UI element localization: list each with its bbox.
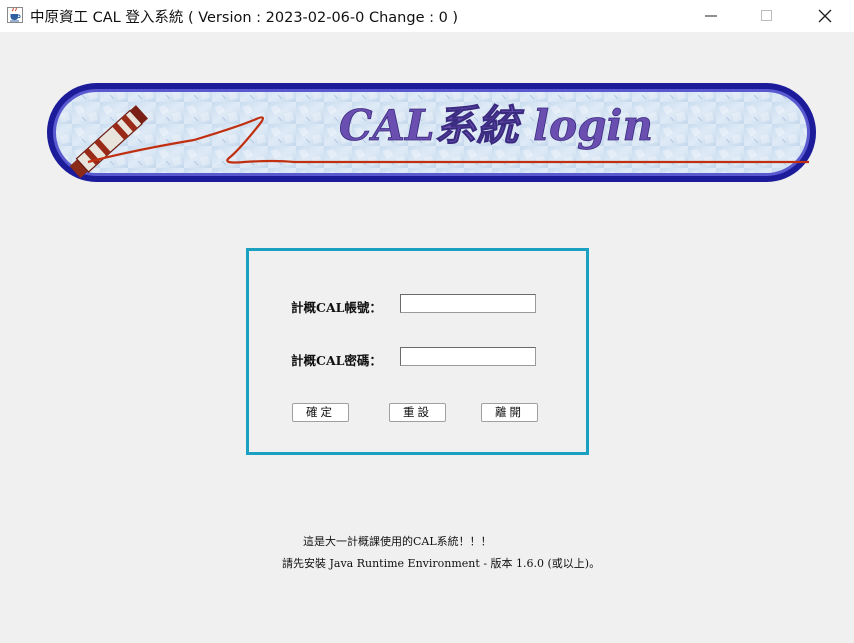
footer-java-note: 請先安裝 Java Runtime Environment - 版本 1.6.0…: [282, 557, 601, 570]
account-label: 計概CAL帳號：: [291, 300, 382, 315]
account-input[interactable]: [400, 294, 536, 313]
banner-title: CAL系統 login: [339, 101, 653, 150]
close-icon: [818, 9, 832, 23]
maximize-icon: [761, 10, 772, 21]
footer-message: 這是大一計概課使用的CAL系統！！！: [303, 535, 492, 548]
password-input[interactable]: [400, 347, 536, 366]
login-panel: 計概CAL帳號： 計概CAL密碼： 確定 重設 離開: [246, 248, 589, 455]
minimize-button[interactable]: [688, 0, 734, 32]
reset-button[interactable]: 重設: [389, 403, 446, 422]
app-window: 中原資工 CAL 登入系統 ( Version : 2023-02-06-0 C…: [0, 0, 854, 643]
java-cup-icon: [7, 7, 23, 23]
close-button[interactable]: [802, 0, 848, 32]
minimize-icon: [705, 15, 717, 17]
cal-login-banner: CAL系統 login: [47, 83, 816, 182]
maximize-button[interactable]: [744, 0, 790, 32]
leave-button[interactable]: 離開: [481, 403, 538, 422]
title-bar[interactable]: 中原資工 CAL 登入系統 ( Version : 2023-02-06-0 C…: [0, 0, 854, 32]
window-title: 中原資工 CAL 登入系統 ( Version : 2023-02-06-0 C…: [30, 10, 459, 26]
password-label: 計概CAL密碼：: [291, 353, 382, 368]
confirm-button[interactable]: 確定: [292, 403, 349, 422]
